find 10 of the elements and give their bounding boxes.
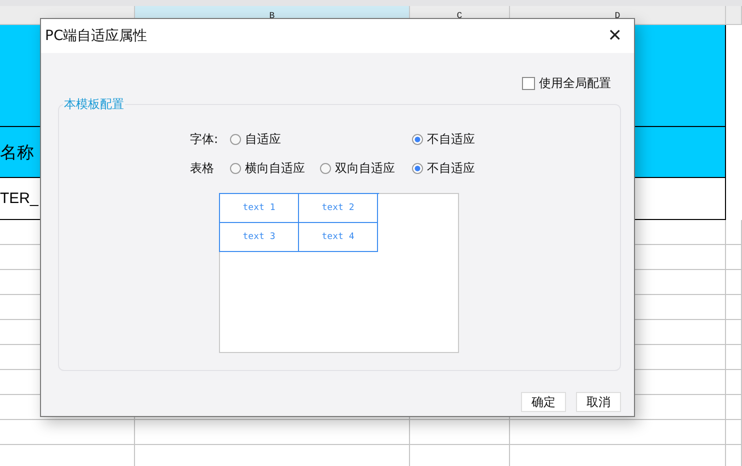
preview-cell: text 4	[299, 223, 378, 252]
option-label: 字体:	[190, 131, 220, 148]
preview-cell: text 1	[220, 194, 299, 223]
preview-cell: text 3	[220, 223, 299, 252]
cell-text: TER_	[0, 190, 38, 207]
group-legend: 本模板配置	[63, 96, 125, 113]
option-label: 表格	[190, 160, 215, 177]
preview-cell: text 2	[299, 194, 378, 223]
window-title: PC端自适应属性	[45, 27, 148, 45]
cell-text: 名称	[0, 142, 34, 164]
